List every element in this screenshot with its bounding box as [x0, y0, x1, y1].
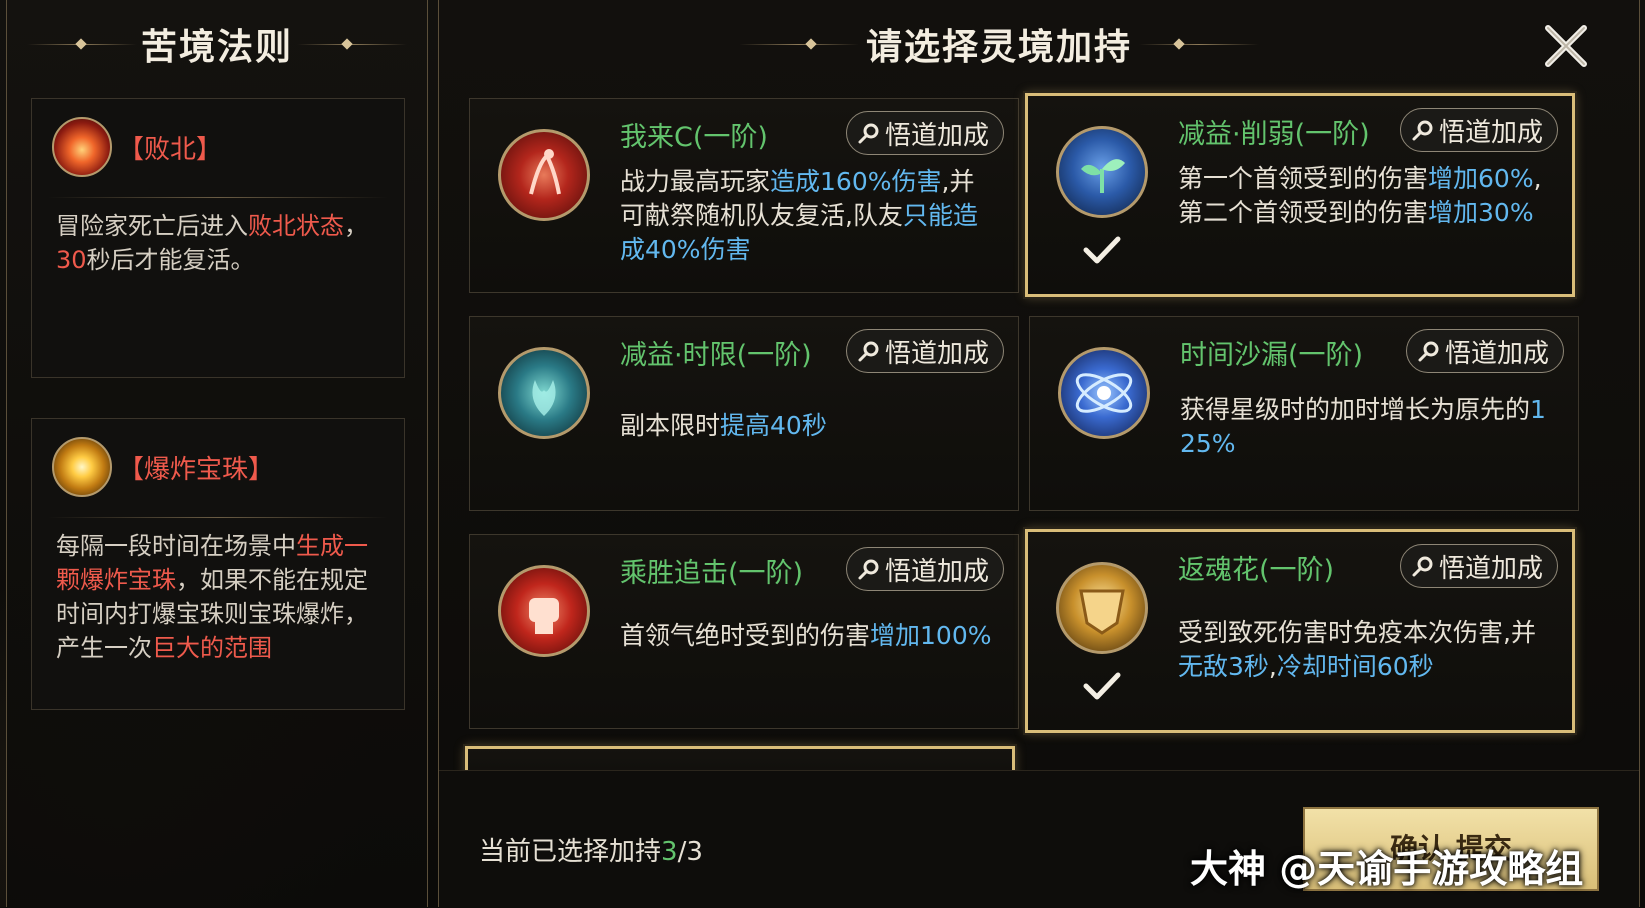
insight-label: 悟道加成 [884, 338, 989, 369]
insight-bonus-button[interactable]: 悟道加成 [845, 547, 1004, 591]
rule-description: 每隔一段时间在场景中生成一颗爆炸宝珠，如果不能在规定时间内打爆宝珠则宝珠爆炸，产… [56, 529, 390, 665]
insight-bonus-button[interactable]: 悟道加成 [845, 329, 1004, 373]
flame-hand-icon [52, 117, 112, 177]
buff-name: 减益·时限(一阶) [620, 340, 812, 371]
highlight-text: 增加30% [1428, 198, 1534, 227]
description-text: ， [344, 212, 368, 240]
magnifier-icon [1418, 341, 1439, 362]
highlight-text: 无敌3秒 [1178, 652, 1269, 681]
divider [48, 517, 388, 518]
buff-name: 我来C(一阶) [620, 122, 768, 153]
buff-card-debuff-weaken[interactable]: 减益·削弱(一阶) 悟道加成 第一个首领受到的伤害增加60%,第二个首领受到的伤… [1025, 93, 1575, 297]
rule-card-bomb-orb: 【爆炸宝珠】 每隔一段时间在场景中生成一颗爆炸宝珠，如果不能在规定时间内打爆宝珠… [31, 418, 405, 710]
magnifier-icon [858, 341, 879, 362]
insight-label: 悟道加成 [884, 556, 989, 587]
divider [48, 197, 388, 198]
rule-card-defeat: 【败北】 冒险家死亡后进入败北状态， 30秒后才能复活。 [31, 98, 405, 378]
selection-status-label: 当前已选择加持 [479, 837, 662, 867]
magnifier-icon [1412, 120, 1433, 141]
description-text: 副本限时 [620, 411, 721, 440]
highlight-text: 败北状态 [248, 212, 344, 240]
highlight-text: 提高40秒 [720, 411, 827, 440]
check-icon [1083, 236, 1121, 264]
buff-card-soul-flower[interactable]: 返魂花(一阶) 悟道加成 受到致死伤害时免疫本次伤害,并无敌3秒,冷却时间60秒 [1025, 529, 1575, 733]
description-text: 冒险家死亡后进入 [56, 212, 248, 240]
highlight-text: 冷却时间60秒 [1276, 652, 1434, 681]
buff-name: 乘胜追击(一阶) [620, 558, 804, 589]
watermark: 大神 @天谕手游攻略组 [1190, 847, 1584, 891]
highlight-text: 巨大的范围 [152, 634, 272, 662]
buff-description: 战力最高玩家造成160%伤害,并可献祭随机队友复活,队友只能造成40%伤害 [620, 165, 998, 267]
buff-description: 第一个首领受到的伤害增加60%,第二个首领受到的伤害增加30% [1178, 162, 1552, 230]
buff-name: 减益·削弱(一阶) [1178, 119, 1370, 150]
magnifier-icon [858, 559, 879, 580]
close-icon [1545, 25, 1587, 67]
rule-name: 【败北】 [118, 134, 223, 165]
description-text: 战力最高玩家 [620, 167, 771, 196]
insight-label: 悟道加成 [1438, 553, 1543, 584]
description-text: 首领气绝时受到的伤害 [620, 621, 871, 650]
insight-label: 悟道加成 [1438, 117, 1543, 148]
check-icon [1083, 672, 1121, 700]
buff-card-pursuit[interactable]: 乘胜追击(一阶) 悟道加成 首领气绝时受到的伤害增加100% [469, 534, 1019, 729]
highlight-text: 增加100% [870, 621, 992, 650]
buff-description: 获得星级时的加时增长为原先的125% [1180, 393, 1558, 461]
highlight-text: 增加60% [1428, 164, 1534, 193]
buff-name: 时间沙漏(一阶) [1180, 340, 1364, 371]
rule-description: 冒险家死亡后进入败北状态， 30秒后才能复活。 [56, 209, 390, 277]
description-text: 受到致死伤害时免疫本次伤害,并 [1178, 618, 1536, 647]
selection-total: /3 [677, 837, 703, 867]
description-text: 第一个首领受到的伤害 [1178, 164, 1429, 193]
insight-bonus-button[interactable]: 悟道加成 [845, 111, 1004, 155]
insight-bonus-button[interactable]: 悟道加成 [1405, 329, 1564, 373]
description-text: , [1268, 652, 1277, 681]
highlight-text: 30 [56, 246, 87, 274]
panel-title: 请选择灵境加持 [865, 27, 1132, 68]
rules-panel: 苦境法则 【败北】 冒险家死亡后进入败北状态，30秒后才能复活。 【爆炸宝珠】 … [6, 0, 428, 907]
buff-select-panel: 请选择灵境加持 我来C(一阶) 悟道加成 战力最高玩家造成160%伤害,并可献祭… [438, 0, 1640, 908]
buff-description: 副本限时提高40秒 [620, 409, 998, 443]
orbit-icon [1058, 347, 1150, 439]
buff-description: 首领气绝时受到的伤害增加100% [620, 619, 998, 653]
glowing-orb-icon [52, 437, 112, 497]
buff-card-hourglass[interactable]: 时间沙漏(一阶) 悟道加成 获得星级时的加时增长为原先的125% [1029, 316, 1579, 511]
spirit-flame-icon [498, 347, 590, 439]
buff-card-debuff-timelimit[interactable]: 减益·时限(一阶) 悟道加成 副本限时提高40秒 [469, 316, 1019, 511]
insight-label: 悟道加成 [884, 120, 989, 151]
selection-count: 3 [661, 837, 678, 867]
insight-label: 悟道加成 [1444, 338, 1549, 369]
magnifier-icon [858, 123, 879, 144]
description-text: 秒后才能复活。 [86, 246, 255, 274]
buff-card-wolaic[interactable]: 我来C(一阶) 悟道加成 战力最高玩家造成160%伤害,并可献祭随机队友复活,队… [469, 98, 1019, 293]
close-button[interactable] [1544, 24, 1588, 68]
description-text: 获得星级时的加时增长为原先的 [1180, 395, 1531, 424]
insight-bonus-button[interactable]: 悟道加成 [1399, 544, 1558, 588]
sacrifice-icon [498, 129, 590, 221]
selection-status: 当前已选择加持3/3 [479, 831, 703, 868]
magnifier-icon [1412, 556, 1433, 577]
golden-shield-icon [1056, 562, 1148, 654]
fist-icon [498, 565, 590, 657]
buff-name: 返魂花(一阶) [1178, 555, 1335, 586]
highlight-text: 造成160%伤害 [770, 167, 942, 196]
title-ornament-right [1139, 44, 1259, 45]
description-text: 每隔一段时间在场景中 [56, 532, 296, 560]
insight-bonus-button[interactable]: 悟道加成 [1399, 108, 1558, 152]
rule-name: 【爆炸宝珠】 [118, 454, 275, 485]
sprout-icon [1056, 126, 1148, 218]
buff-description: 受到致死伤害时免疫本次伤害,并无敌3秒,冷却时间60秒 [1178, 616, 1552, 684]
